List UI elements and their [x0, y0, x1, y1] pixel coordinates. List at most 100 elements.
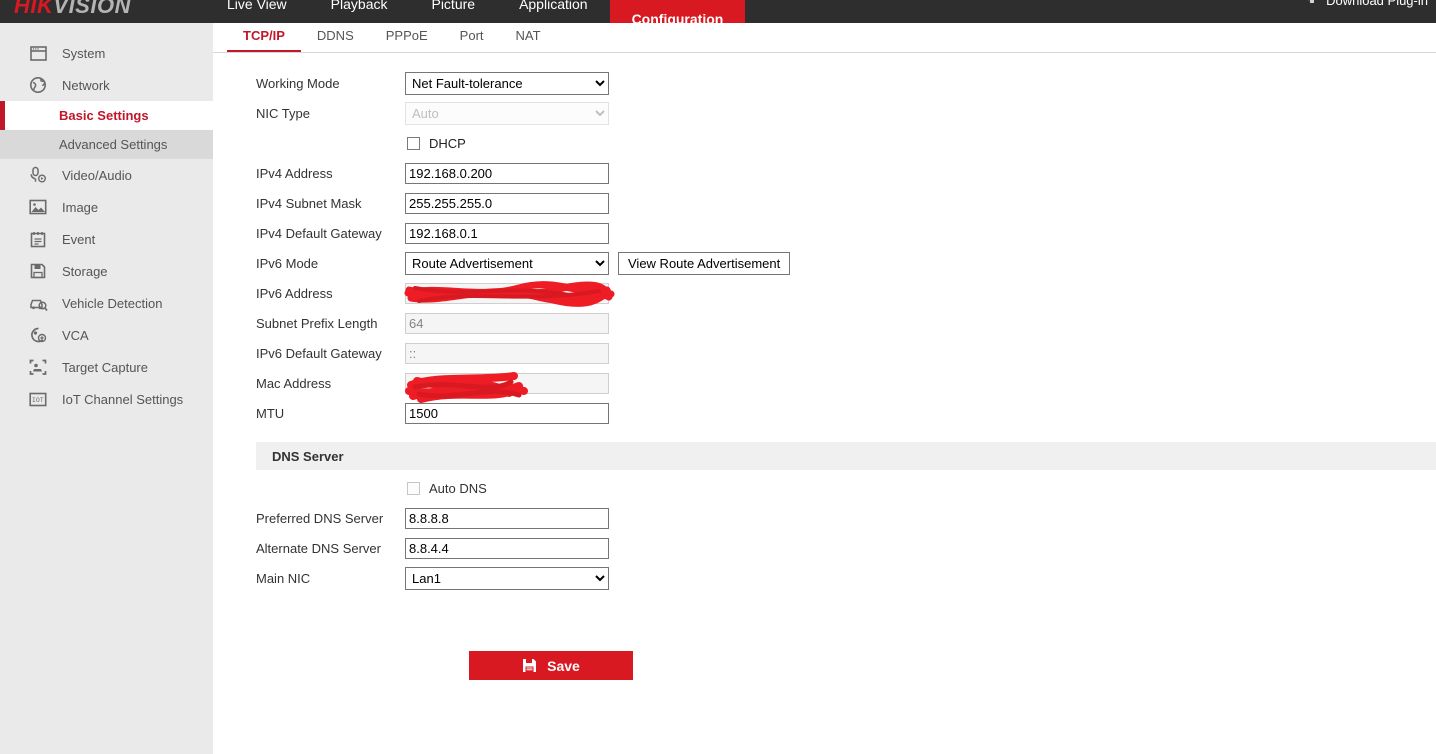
row-dhcp: DHCP [213, 128, 1436, 158]
working-mode-select[interactable]: Net Fault-tolerance [405, 72, 609, 95]
sidebar-item-label: Basic Settings [59, 109, 149, 122]
sidebar-item-basic-settings[interactable]: Basic Settings [0, 101, 213, 130]
sidebar-item-storage[interactable]: Storage [0, 255, 213, 287]
nav-item-configuration[interactable]: Configuration [610, 0, 746, 23]
sidebar-item-label: Vehicle Detection [62, 297, 162, 310]
row-ipv6-default-gateway: IPv6 Default Gateway [213, 338, 1436, 368]
tab-nat[interactable]: NAT [500, 23, 557, 52]
tab-ddns[interactable]: DDNS [301, 23, 370, 52]
save-button-label: Save [547, 658, 580, 674]
floppy-disk-icon [522, 658, 537, 673]
view-route-advertisement-button[interactable]: View Route Advertisement [618, 252, 790, 275]
system-icon [28, 43, 48, 63]
working-mode-label: Working Mode [256, 76, 406, 91]
sidebar-item-video-audio[interactable]: Video/Audio [0, 159, 213, 191]
sidebar-item-advanced-settings[interactable]: Advanced Settings [0, 130, 213, 159]
ipv4-address-input[interactable] [405, 163, 609, 184]
auto-dns-checkbox[interactable] [407, 482, 420, 495]
ipv4-default-gateway-input[interactable] [405, 223, 609, 244]
sidebar-item-label: Advanced Settings [59, 138, 167, 151]
ipv4-subnet-mask-label: IPv4 Subnet Mask [256, 196, 406, 211]
content-area: TCP/IP DDNS PPPoE Port NAT Working Mode … [213, 23, 1436, 754]
row-mtu: MTU [213, 398, 1436, 428]
top-navigation: Live View Playback Picture Application C… [205, 0, 745, 23]
main-nic-label: Main NIC [256, 571, 406, 586]
row-main-nic: Main NIC Lan1 [213, 563, 1436, 593]
sidebar: System Network Basic Settings Advanced S… [0, 23, 213, 754]
target-capture-icon [28, 357, 48, 377]
row-auto-dns: Auto DNS [213, 473, 1436, 503]
car-search-icon [28, 293, 48, 313]
sidebar-item-vehicle-detection[interactable]: Vehicle Detection [0, 287, 213, 319]
row-preferred-dns: Preferred DNS Server [213, 503, 1436, 533]
sidebar-item-label: System [62, 47, 105, 60]
download-plugin-link[interactable]: Download Plug-in [1304, 0, 1428, 8]
row-alternate-dns: Alternate DNS Server [213, 533, 1436, 563]
tab-port[interactable]: Port [444, 23, 500, 52]
alternate-dns-label: Alternate DNS Server [256, 541, 406, 556]
save-button[interactable]: Save [469, 651, 633, 680]
nav-item-live-view[interactable]: Live View [205, 0, 309, 16]
nic-type-select: Auto [405, 102, 609, 125]
floppy-disk-icon [28, 261, 48, 281]
vca-icon [28, 325, 48, 345]
nav-item-application[interactable]: Application [497, 0, 610, 16]
logo-hik-text: HIK [14, 0, 53, 18]
alternate-dns-input[interactable] [405, 538, 609, 559]
dhcp-label: DHCP [429, 136, 466, 151]
sidebar-item-label: Image [62, 201, 98, 214]
picture-icon [28, 197, 48, 217]
sidebar-item-target-capture[interactable]: Target Capture [0, 351, 213, 383]
tcpip-form: Working Mode Net Fault-tolerance NIC Typ… [213, 53, 1436, 593]
preferred-dns-input[interactable] [405, 508, 609, 529]
ipv6-default-gateway-input [405, 343, 609, 364]
ipv4-default-gateway-label: IPv4 Default Gateway [256, 226, 406, 241]
hikvision-logo: HIKVISION [14, 0, 131, 19]
ipv4-address-label: IPv4 Address [256, 166, 406, 181]
auto-dns-label: Auto DNS [429, 481, 487, 496]
main-nic-select[interactable]: Lan1 [405, 567, 609, 590]
sidebar-item-iot-channel-settings[interactable]: IOT IoT Channel Settings [0, 383, 213, 415]
ipv4-subnet-mask-input[interactable] [405, 193, 609, 214]
mac-address-input [405, 373, 609, 394]
row-ipv4-default-gateway: IPv4 Default Gateway [213, 218, 1436, 248]
row-working-mode: Working Mode Net Fault-tolerance [213, 68, 1436, 98]
ipv6-mode-select[interactable]: Route Advertisement [405, 252, 609, 275]
sidebar-item-label: Event [62, 233, 95, 246]
download-plugin-label: Download Plug-in [1326, 0, 1428, 8]
row-mac-address: Mac Address [213, 368, 1436, 398]
sidebar-item-label: Network [62, 79, 110, 92]
dhcp-checkbox[interactable] [407, 137, 420, 150]
ipv6-address-label: IPv6 Address [256, 286, 406, 301]
sidebar-item-system[interactable]: System [0, 37, 213, 69]
nav-item-picture[interactable]: Picture [409, 0, 497, 16]
globe-icon [28, 75, 48, 95]
puzzle-icon [1304, 0, 1320, 8]
logo-vision-text: VISION [53, 0, 131, 18]
sidebar-item-image[interactable]: Image [0, 191, 213, 223]
tab-bar: TCP/IP DDNS PPPoE Port NAT [213, 23, 1436, 53]
ipv6-address-input [405, 283, 609, 304]
tab-tcpip[interactable]: TCP/IP [227, 23, 301, 52]
dns-server-section-header: DNS Server [256, 442, 1436, 470]
nav-item-playback[interactable]: Playback [309, 0, 410, 16]
subnet-prefix-length-input [405, 313, 609, 334]
row-ipv6-mode: IPv6 Mode Route Advertisement View Route… [213, 248, 1436, 278]
top-bar: HIKVISION Live View Playback Picture App… [0, 0, 1436, 23]
sidebar-item-vca[interactable]: VCA [0, 319, 213, 351]
sidebar-item-event[interactable]: Event [0, 223, 213, 255]
row-ipv4-subnet-mask: IPv4 Subnet Mask [213, 188, 1436, 218]
nic-type-label: NIC Type [256, 106, 406, 121]
mtu-input[interactable] [405, 403, 609, 424]
sidebar-item-label: Target Capture [62, 361, 148, 374]
mac-address-redaction [405, 373, 609, 394]
sidebar-item-label: VCA [62, 329, 89, 342]
tab-pppoe[interactable]: PPPoE [370, 23, 444, 52]
sidebar-item-label: IoT Channel Settings [62, 393, 183, 406]
subnet-prefix-length-label: Subnet Prefix Length [256, 316, 406, 331]
sidebar-item-network[interactable]: Network [0, 69, 213, 101]
sidebar-item-label: Storage [62, 265, 108, 278]
microphone-icon [28, 165, 48, 185]
row-ipv4-address: IPv4 Address [213, 158, 1436, 188]
row-subnet-prefix-length: Subnet Prefix Length [213, 308, 1436, 338]
